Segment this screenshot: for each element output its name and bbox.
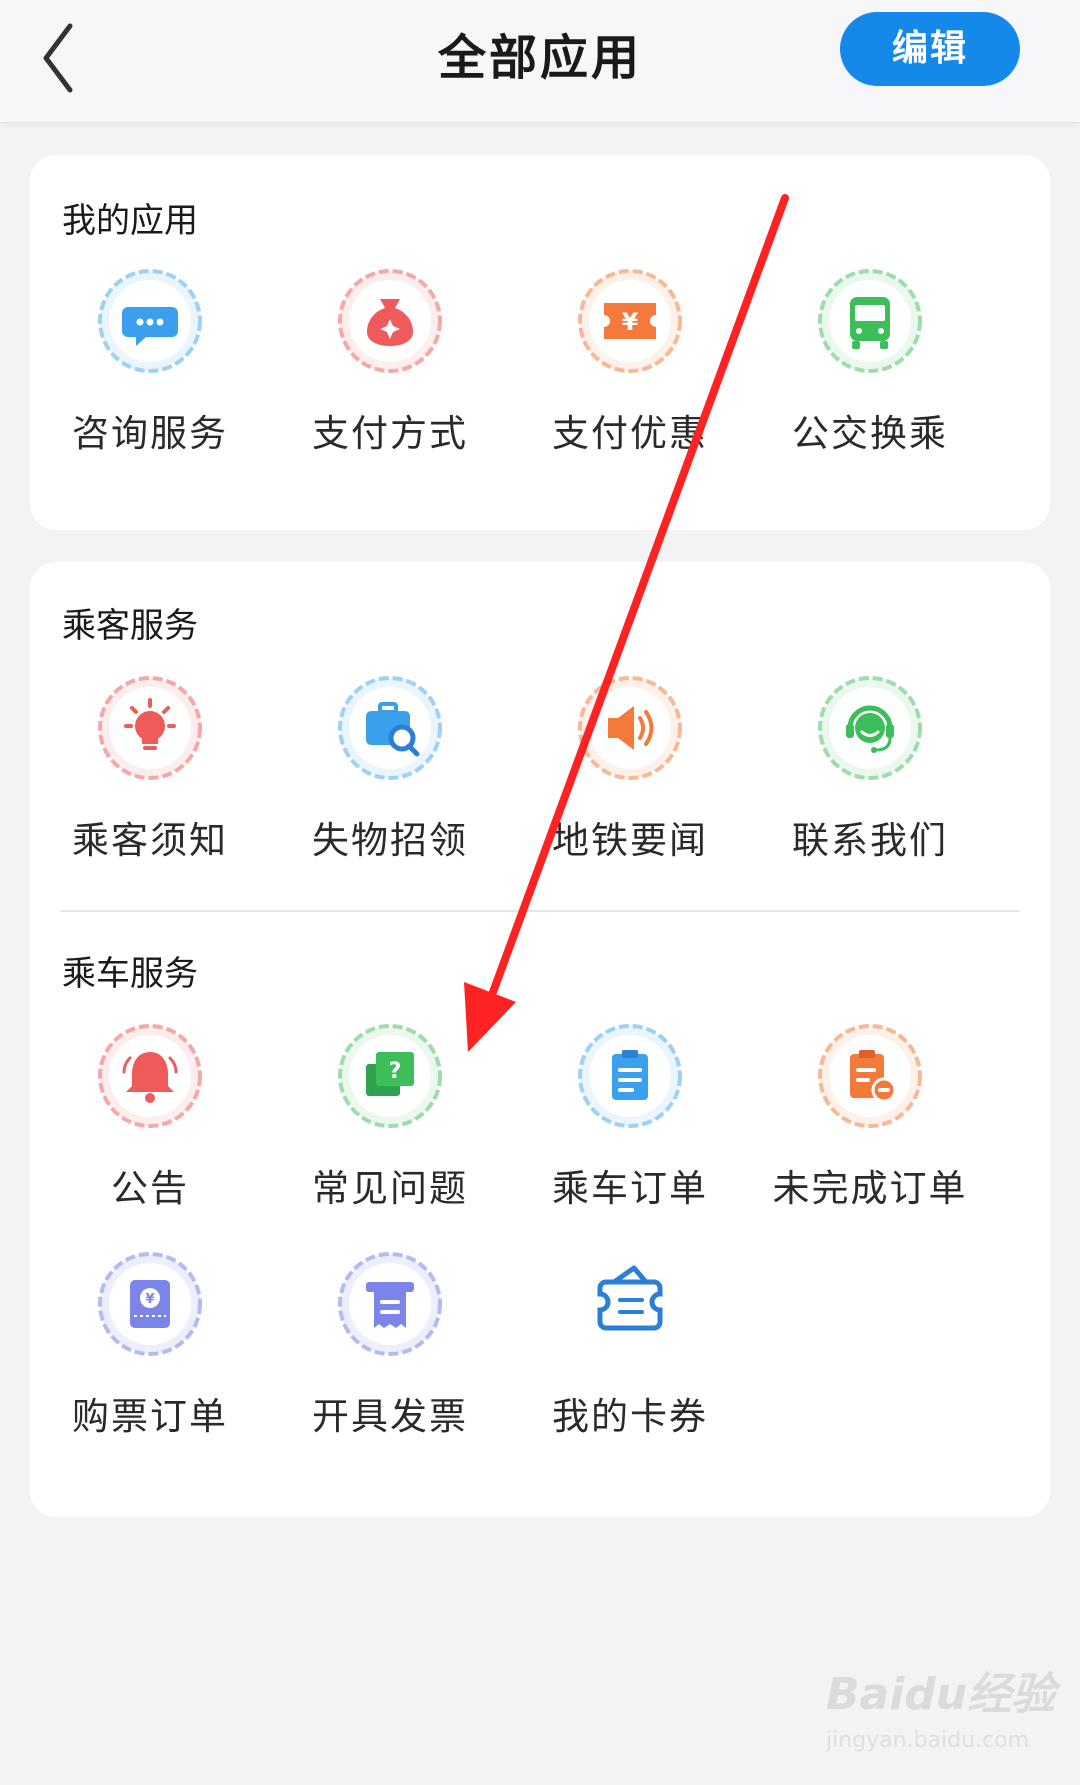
svg-text:?: ?: [389, 1059, 402, 1084]
services-card: 乘客服务 乘客须知 失物招领 地铁要闻 联系我们 乘车服务 公告 ? 常见问题 …: [30, 562, 1050, 1517]
app-payment-method[interactable]: 支付方式: [270, 267, 510, 495]
briefcase-search-icon: [338, 676, 442, 780]
app-ticket-orders[interactable]: ¥ 购票订单: [30, 1250, 270, 1478]
app-label: 开具发票: [312, 1395, 468, 1438]
app-label: 乘客须知: [72, 819, 228, 862]
app-announcement[interactable]: 公告: [30, 1022, 270, 1250]
app-issue-invoice[interactable]: 开具发票: [270, 1250, 510, 1478]
section-divider: [60, 910, 1020, 912]
my-apps-card: 我的应用 咨询服务 支付方式 ¥ 支付优惠 公交换乘: [30, 155, 1050, 530]
svg-text:¥: ¥: [622, 308, 639, 336]
bus-icon: [818, 269, 922, 373]
app-label: 支付优惠: [552, 412, 708, 455]
speaker-icon: [578, 676, 682, 780]
yuan-ticket-icon: ¥: [578, 269, 682, 373]
app-label: 未完成订单: [772, 1167, 968, 1210]
section-title-riding-services: 乘车服务: [62, 954, 198, 994]
app-bus-transfer[interactable]: 公交换乘: [750, 267, 990, 495]
app-label: 乘车订单: [552, 1167, 708, 1210]
app-ride-orders[interactable]: 乘车订单: [510, 1022, 750, 1250]
app-label: 我的卡券: [552, 1395, 708, 1438]
lightbulb-icon: [98, 676, 202, 780]
bell-icon: [98, 1024, 202, 1128]
section-title-passenger-services: 乘客服务: [62, 606, 198, 646]
svg-text:¥: ¥: [145, 1292, 154, 1307]
app-label: 购票订单: [72, 1395, 228, 1438]
app-label: 常见问题: [312, 1167, 468, 1210]
app-consult-service[interactable]: 咨询服务: [30, 267, 270, 495]
yuan-ticket-stub-icon: ¥: [98, 1252, 202, 1356]
app-contact-us[interactable]: 联系我们: [750, 674, 990, 902]
section-title-my-apps: 我的应用: [62, 201, 198, 241]
app-label: 失物招领: [312, 819, 468, 862]
watermark-logo: Baidu经验: [826, 1669, 1056, 1720]
card-coupon-icon: [597, 1265, 663, 1331]
top-bar: 全部应用 编辑: [0, 0, 1080, 123]
headset-agent-icon: [818, 676, 922, 780]
app-label: 公交换乘: [792, 412, 948, 455]
app-payment-discount[interactable]: ¥ 支付优惠: [510, 267, 750, 495]
app-lost-and-found[interactable]: 失物招领: [270, 674, 510, 902]
app-metro-news[interactable]: 地铁要闻: [510, 674, 750, 902]
app-label: 支付方式: [312, 412, 468, 455]
question-cards-icon: ?: [338, 1024, 442, 1128]
app-label: 地铁要闻: [552, 819, 708, 862]
app-label: 公告: [111, 1167, 189, 1210]
watermark-url: jingyan.baidu.com: [826, 1728, 1030, 1753]
clipboard-icon: [578, 1024, 682, 1128]
invoice-icon: [338, 1252, 442, 1356]
passenger-services-grid: 乘客须知 失物招领 地铁要闻 联系我们: [30, 674, 1050, 902]
app-faq[interactable]: ? 常见问题: [270, 1022, 510, 1250]
app-my-coupons[interactable]: 我的卡券: [510, 1250, 750, 1478]
baidu-jingyan-watermark: Baidu经验 jingyan.baidu.com: [826, 1658, 1056, 1768]
riding-services-grid: 公告 ? 常见问题 乘车订单 未完成订单 ¥ 购票订单 开具发票 我的卡券: [30, 1022, 1050, 1478]
app-passenger-notice[interactable]: 乘客须知: [30, 674, 270, 902]
my-apps-grid: 咨询服务 支付方式 ¥ 支付优惠 公交换乘: [30, 267, 1050, 495]
app-unfinished-orders[interactable]: 未完成订单: [750, 1022, 990, 1250]
app-label: 咨询服务: [72, 412, 228, 455]
clipboard-minus-icon: [818, 1024, 922, 1128]
money-bag-icon: [338, 269, 442, 373]
app-label: 联系我们: [792, 819, 948, 862]
chat-bubble-icon: [98, 269, 202, 373]
edit-button[interactable]: 编辑: [840, 12, 1020, 86]
